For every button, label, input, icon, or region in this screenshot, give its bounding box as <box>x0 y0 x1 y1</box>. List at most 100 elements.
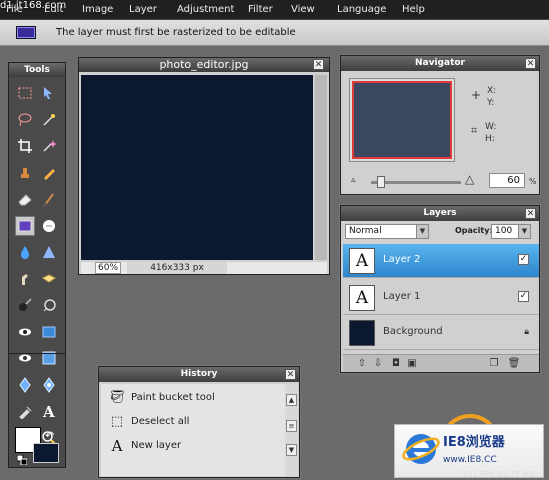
nav-zoom-unit: % <box>529 177 537 186</box>
marquee-icon[interactable] <box>15 83 35 103</box>
stamp-icon[interactable] <box>15 163 35 183</box>
layer-row-layer-1[interactable]: A Layer 1 ✓ <box>343 281 539 315</box>
rect-shape-icon[interactable] <box>39 322 59 342</box>
tool-color-icon[interactable] <box>16 26 36 39</box>
marquee-icon-glyph <box>18 87 32 99</box>
image-size: 416x333 px <box>127 262 227 274</box>
eraser-icon-glyph <box>18 194 32 206</box>
target-icon[interactable] <box>39 375 59 395</box>
menu-help[interactable]: Help <box>402 4 425 15</box>
navigator-panel: Navigator ✕ + X: Y: ⌗ W: H: ▵ △ 60 % <box>340 55 540 195</box>
pin-icon[interactable] <box>15 375 35 395</box>
lock-icon: 🔒︎ <box>524 327 529 337</box>
reset-colors-icon[interactable] <box>17 455 27 465</box>
square-icon[interactable] <box>39 348 59 368</box>
redeye-icon[interactable] <box>15 322 35 342</box>
pencil-icon-glyph <box>44 168 55 180</box>
history-close-icon[interactable]: ✕ <box>285 369 296 380</box>
layer-name: Layer 2 <box>383 254 421 265</box>
eyedropper-icon-glyph <box>19 406 32 419</box>
tools-panel: Tools A ↶ <box>8 62 66 468</box>
zoom-in-icon[interactable]: △ <box>465 172 474 186</box>
type-icon[interactable]: A <box>39 401 59 421</box>
document-close-icon[interactable]: ✕ <box>313 59 324 70</box>
zoom-out-icon[interactable]: ▵ <box>351 175 356 185</box>
lasso-icon-glyph <box>18 113 32 126</box>
layers-close-icon[interactable]: ✕ <box>525 208 536 219</box>
history-item[interactable]: 🪣︎ Paint bucket tool <box>101 386 285 410</box>
navigator-preview[interactable] <box>352 81 452 159</box>
scroll-down-icon[interactable]: ▼ <box>286 444 297 456</box>
history-scrollbar[interactable]: ▲ ≡ ▼ <box>285 384 298 476</box>
lasso-icon[interactable] <box>15 110 35 130</box>
pencil-icon[interactable] <box>39 163 59 183</box>
svg-text:A: A <box>42 403 55 419</box>
layer-style-icon[interactable]: ◘ <box>389 357 403 371</box>
scroll-thumb[interactable]: ≡ <box>286 420 297 432</box>
redeye-icon-glyph <box>19 328 31 335</box>
crop-icon-glyph <box>18 139 32 153</box>
history-panel: History ✕ 🪣︎ Paint bucket tool ⬚ Deselec… <box>98 366 300 478</box>
drop-icon[interactable] <box>15 242 35 262</box>
move-icon[interactable] <box>39 83 59 103</box>
options-bar: The layer must first be rasterized to be… <box>0 20 549 46</box>
sharpen-icon-glyph <box>43 246 55 258</box>
layer-name: Layer 1 <box>383 291 421 302</box>
document-title: photo_editor.jpg <box>79 58 329 72</box>
sponge-icon[interactable] <box>39 269 59 289</box>
canvas[interactable] <box>81 75 313 260</box>
background-color-swatch[interactable] <box>33 443 59 463</box>
finger-icon-glyph <box>22 273 28 285</box>
chevron-down-icon: ▼ <box>416 225 428 238</box>
brush-icon[interactable] <box>39 189 59 209</box>
zoom-slider-handle[interactable] <box>377 176 385 188</box>
document-window: photo_editor.jpg ✕ 60% 416x333 px <box>78 57 330 275</box>
opacity-select[interactable]: 100 ▼ <box>491 224 531 239</box>
fps-readout: 101 FPS 83.71 MB <box>462 470 535 479</box>
menu-language[interactable]: Language <box>337 4 386 15</box>
wand-icon-glyph <box>43 140 57 152</box>
sharpen-icon[interactable] <box>39 242 59 262</box>
eraser-icon[interactable] <box>15 189 35 209</box>
smudge-icon[interactable] <box>39 216 59 236</box>
history-item[interactable]: A New layer <box>101 434 285 458</box>
swap-colors-icon[interactable]: ↶ <box>45 429 54 442</box>
navigator-title: Navigator <box>341 56 539 71</box>
layers-title: Layers <box>341 206 539 221</box>
eyedropper-icon[interactable] <box>15 401 35 421</box>
move-layer-down-icon[interactable]: ⇩ <box>371 357 385 371</box>
menu-adjustment[interactable]: Adjustment <box>177 4 234 15</box>
color-replace-icon[interactable] <box>15 215 35 236</box>
menu-bar: File Edit Image Layer Adjustment Filter … <box>0 0 549 20</box>
crop-icon[interactable] <box>15 136 35 156</box>
menu-filter[interactable]: Filter <box>248 4 273 15</box>
navigator-zoom-input[interactable]: 60 <box>489 173 525 188</box>
menu-layer[interactable]: Layer <box>129 4 157 15</box>
tools-divider <box>9 353 65 354</box>
navigator-preview-frame <box>349 78 455 162</box>
move-layer-up-icon[interactable]: ⇧ <box>355 357 369 371</box>
burn-icon[interactable] <box>15 295 35 315</box>
layer-visibility-checkbox[interactable]: ✓ <box>518 254 529 265</box>
new-layer-icon[interactable]: ❐ <box>487 357 501 371</box>
eye-icon[interactable] <box>15 348 35 368</box>
history-item[interactable]: ⬚ Deselect all <box>101 410 285 434</box>
scroll-up-icon[interactable]: ▲ <box>286 394 297 406</box>
magic-wand-icon-glyph <box>43 113 55 126</box>
layer-row-layer-2[interactable]: A Layer 2 ✓ <box>343 244 539 278</box>
menu-image[interactable]: Image <box>82 4 113 15</box>
navigator-close-icon[interactable]: ✕ <box>525 58 536 69</box>
wand-icon[interactable] <box>39 136 59 156</box>
canvas-scrollbar[interactable] <box>315 75 327 260</box>
dodge-icon[interactable] <box>39 295 59 315</box>
finger-icon[interactable] <box>15 269 35 289</box>
layer-mask-icon[interactable]: ▣ <box>405 357 419 371</box>
trash-icon[interactable]: 🗑︎ <box>507 357 521 371</box>
layer-visibility-checkbox[interactable]: ✓ <box>518 291 529 302</box>
magic-wand-icon[interactable] <box>39 110 59 130</box>
layer-row-background[interactable]: Background 🔒︎ <box>343 316 539 350</box>
document-status-bar: 60% 416x333 px <box>81 262 327 274</box>
menu-view[interactable]: View <box>291 4 315 15</box>
zoom-input[interactable]: 60% <box>95 262 121 274</box>
blend-mode-select[interactable]: Normal ▼ <box>345 224 429 239</box>
